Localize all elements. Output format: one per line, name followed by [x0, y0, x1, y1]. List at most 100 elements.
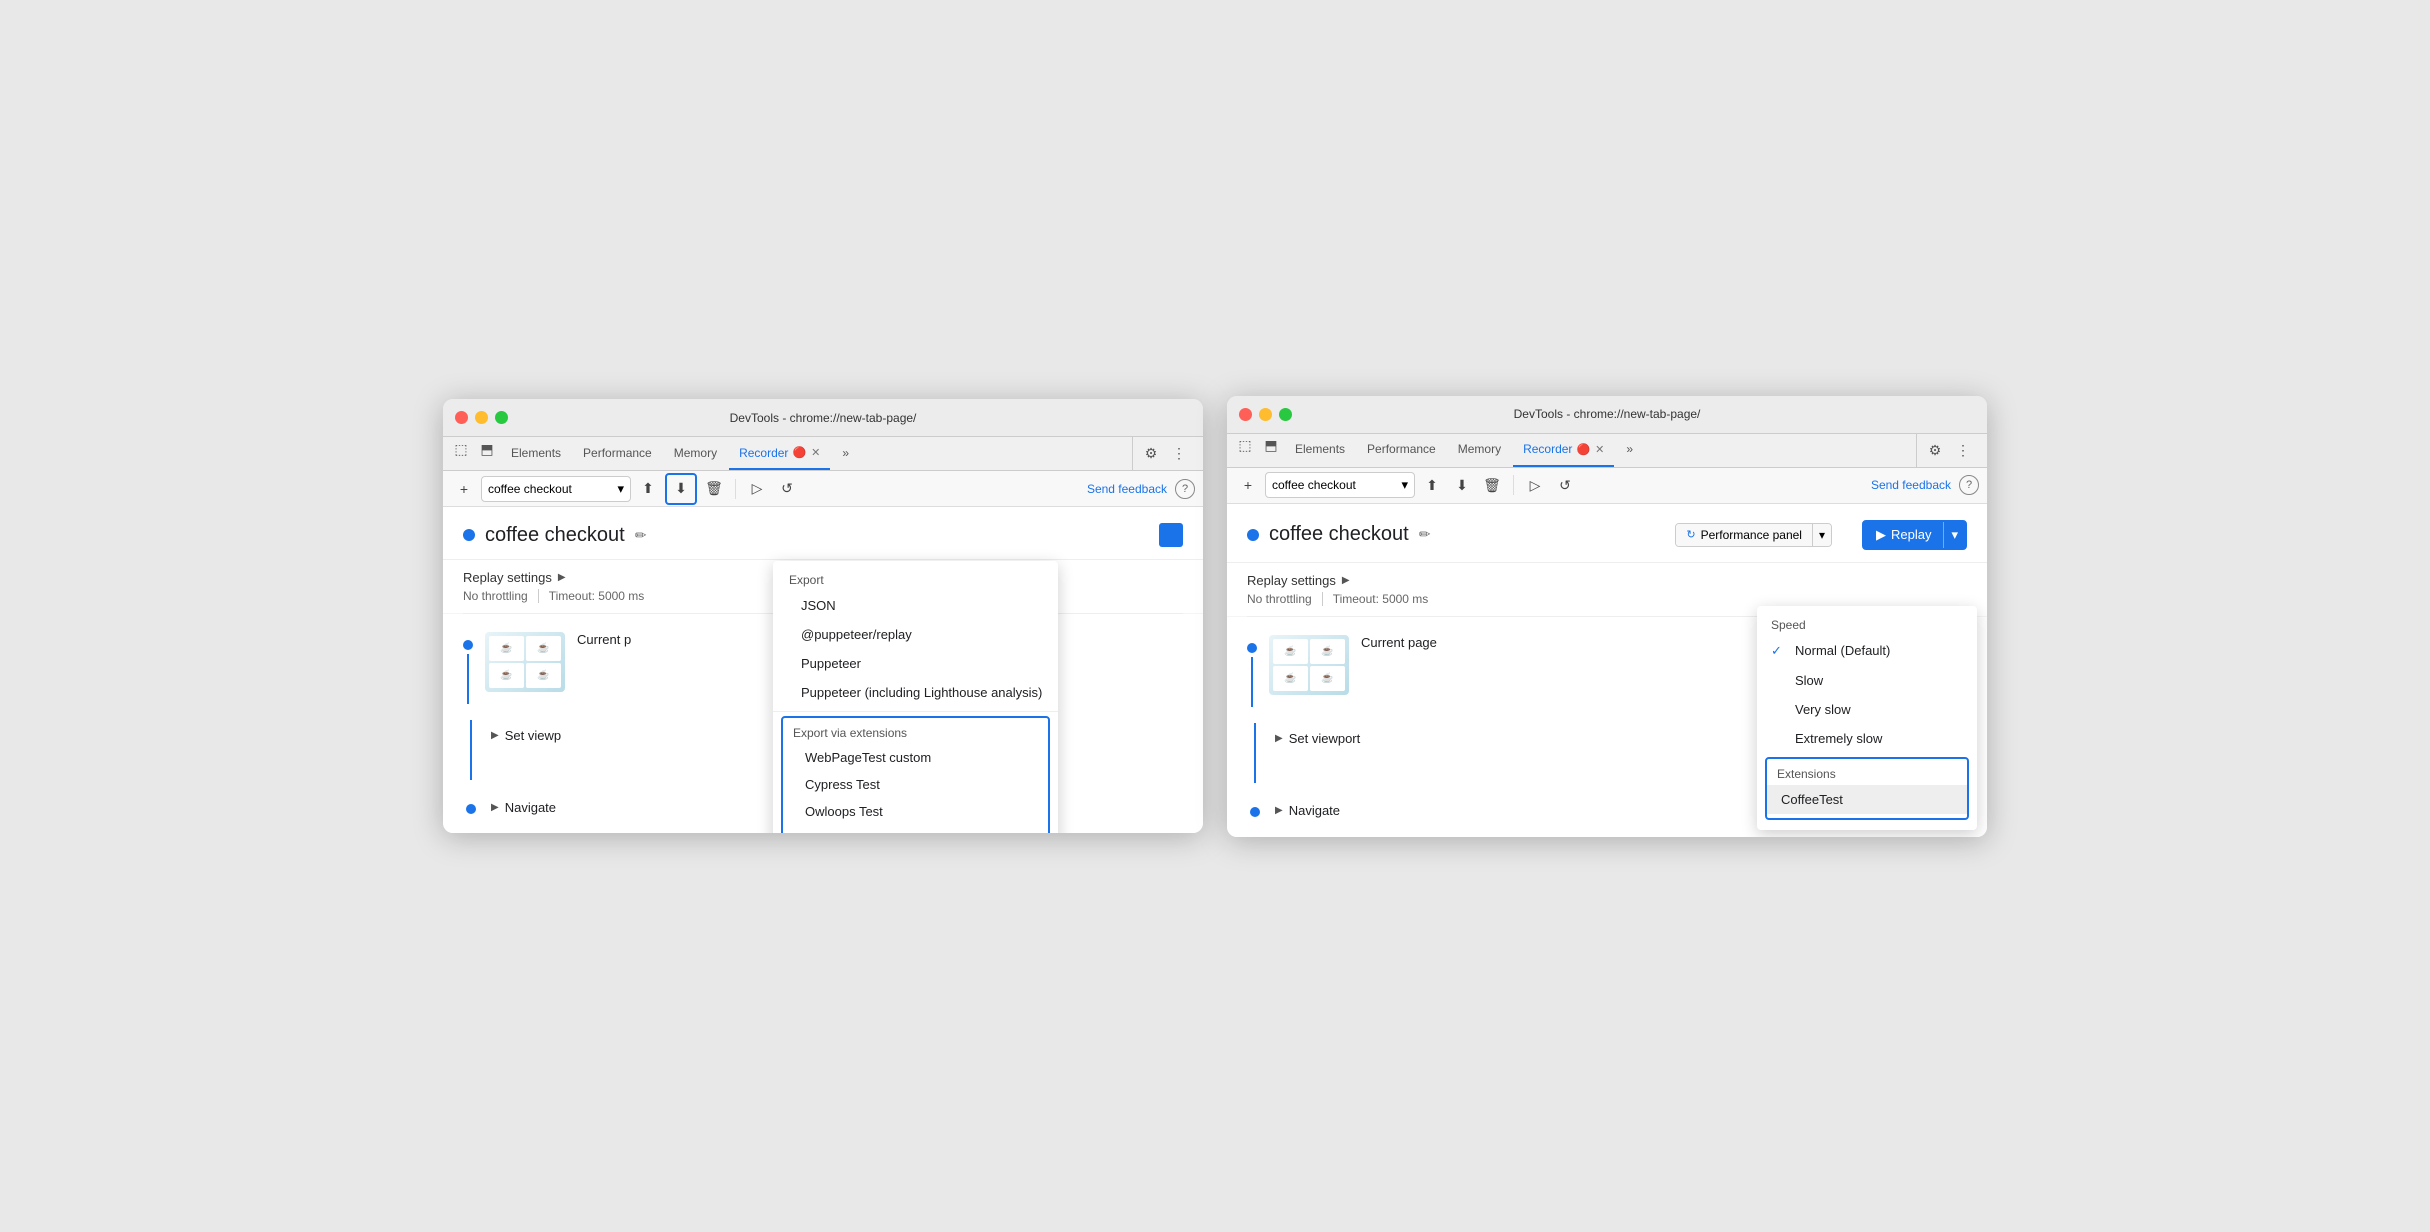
- tab-performance-2[interactable]: Performance: [1357, 434, 1446, 467]
- tab-recorder-1[interactable]: Recorder 🔴 ✕: [729, 437, 830, 470]
- speed-extremely-slow[interactable]: Extremely slow: [1757, 724, 1977, 753]
- tab-more-1[interactable]: »: [832, 437, 859, 470]
- throttling-label-2: No throttling: [1247, 592, 1323, 606]
- navigate-expand-icon[interactable]: ▶: [491, 802, 499, 813]
- timeline-connector-1: [470, 720, 472, 780]
- performance-panel-btn[interactable]: ↻ Performance panel ▾: [1675, 523, 1832, 547]
- maximize-button-2[interactable]: [1279, 408, 1292, 421]
- minimize-button-2[interactable]: [1259, 408, 1272, 421]
- settings-icon-1[interactable]: ⚙: [1139, 442, 1163, 466]
- download-btn-highlighted[interactable]: ⬇: [665, 473, 697, 505]
- toolbar-divider-2: [1513, 475, 1514, 495]
- step-btn[interactable]: ↺: [774, 476, 800, 502]
- replay-button[interactable]: ▶ Replay ▾: [1862, 520, 1967, 550]
- coffee-cup-1: ☕: [489, 636, 524, 661]
- dock-icon-2[interactable]: ⬒: [1259, 434, 1283, 458]
- speed-very-slow[interactable]: Very slow: [1757, 695, 1977, 724]
- export-puppeteer-replay-item[interactable]: @puppeteer/replay: [773, 620, 1058, 649]
- upload-btn[interactable]: ⬆: [635, 476, 661, 502]
- maximize-button-1[interactable]: [495, 411, 508, 424]
- window-title-1: DevTools - chrome://new-tab-page/: [730, 411, 917, 425]
- timeline-dot-2: [466, 804, 476, 814]
- perf-panel-main[interactable]: ↻ Performance panel: [1676, 524, 1812, 546]
- tab-performance-1[interactable]: Performance: [573, 437, 662, 470]
- edit-title-icon-1[interactable]: ✏: [635, 527, 647, 544]
- help-btn-2[interactable]: ?: [1959, 475, 1979, 495]
- download-icon[interactable]: ⬇: [668, 476, 694, 502]
- toolbar-1: + coffee checkout ▾ ⬆ ⬇ 🗑 ▷ ↺ Send feedb…: [443, 471, 1203, 507]
- title-bar-1: DevTools - chrome://new-tab-page/: [443, 399, 1203, 437]
- tab-elements-1[interactable]: Elements: [501, 437, 571, 470]
- devtools-window-1: DevTools - chrome://new-tab-page/ ⬚ ⬒ El…: [443, 399, 1203, 833]
- replay-settings-row-2: Replay settings ▶: [1247, 573, 1967, 588]
- step-btn-2[interactable]: ↺: [1552, 472, 1578, 498]
- settings-expand-icon-2[interactable]: ▶: [1342, 575, 1350, 586]
- edit-title-icon-2[interactable]: ✏: [1419, 526, 1431, 543]
- settings-details-2: No throttling Timeout: 5000 ms: [1247, 592, 1967, 606]
- throttling-label-1: No throttling: [463, 589, 539, 603]
- dock-icon[interactable]: ⬒: [475, 437, 499, 461]
- send-feedback-btn-2[interactable]: Send feedback: [1867, 478, 1955, 492]
- close-button-1[interactable]: [455, 411, 468, 424]
- settings-expand-icon-1[interactable]: ▶: [558, 572, 566, 583]
- settings-icon-2[interactable]: ⚙: [1923, 438, 1947, 462]
- tab-memory-1[interactable]: Memory: [664, 437, 727, 470]
- tab-memory-2[interactable]: Memory: [1448, 434, 1511, 467]
- run-btn[interactable]: ▷: [744, 476, 770, 502]
- ext-coffeetest[interactable]: CoffeeTest: [1767, 785, 1967, 814]
- close-button-2[interactable]: [1239, 408, 1252, 421]
- export-puppeteer-lighthouse-item[interactable]: Puppeteer (including Lighthouse analysis…: [773, 678, 1058, 707]
- selector-chevron-icon-2: ▾: [1401, 477, 1408, 493]
- toolbar-divider-1: [735, 479, 736, 499]
- delete-btn-2[interactable]: 🗑: [1479, 472, 1505, 498]
- speed-slow[interactable]: Slow: [1757, 666, 1977, 695]
- more-icon-1[interactable]: ⋮: [1167, 442, 1191, 466]
- coffee-cup-6: ☕: [1310, 639, 1345, 664]
- timeline-line-2: [1251, 657, 1253, 707]
- replay-settings-label-1[interactable]: Replay settings: [463, 570, 552, 585]
- perf-panel-arrow-icon[interactable]: ▾: [1812, 524, 1831, 546]
- replay-settings-label-2[interactable]: Replay settings: [1247, 573, 1336, 588]
- add-recording-btn-2[interactable]: +: [1235, 472, 1261, 498]
- download-btn-2[interactable]: ⬇: [1449, 472, 1475, 498]
- cursor-icon[interactable]: ⬚: [449, 437, 473, 461]
- upload-btn-2[interactable]: ⬆: [1419, 472, 1445, 498]
- send-feedback-btn-1[interactable]: Send feedback: [1083, 482, 1171, 496]
- ext-cypress[interactable]: Cypress Test: [783, 771, 1048, 798]
- minimize-button-1[interactable]: [475, 411, 488, 424]
- export-puppeteer-item[interactable]: Puppeteer: [773, 649, 1058, 678]
- speed-normal[interactable]: ✓ Normal (Default): [1757, 636, 1977, 666]
- tab-settings-2: ⚙ ⋮: [1916, 434, 1981, 467]
- more-icon-2[interactable]: ⋮: [1951, 438, 1975, 462]
- cursor-icon-2[interactable]: ⬚: [1233, 434, 1257, 458]
- recording-selector-1[interactable]: coffee checkout ▾: [481, 476, 631, 502]
- replay-main-btn[interactable]: ▶ Replay: [1864, 522, 1943, 548]
- add-recording-btn[interactable]: +: [451, 476, 477, 502]
- export-json-item[interactable]: JSON: [773, 591, 1058, 620]
- timeline-dot-4: [1250, 807, 1260, 817]
- window-title-2: DevTools - chrome://new-tab-page/: [1514, 407, 1701, 421]
- export-dropdown: Export JSON @puppeteer/replay Puppeteer …: [773, 561, 1058, 833]
- run-btn-2[interactable]: ▷: [1522, 472, 1548, 498]
- replay-arrow-btn[interactable]: ▾: [1943, 522, 1965, 548]
- tab-recorder-2[interactable]: Recorder 🔴 ✕: [1513, 434, 1614, 467]
- viewport-expand-icon[interactable]: ▶: [491, 730, 499, 741]
- ext-owloops[interactable]: Owloops Test: [783, 798, 1048, 825]
- tab-more-2[interactable]: »: [1616, 434, 1643, 467]
- delete-btn[interactable]: 🗑: [701, 476, 727, 502]
- tab-elements-2[interactable]: Elements: [1285, 434, 1355, 467]
- viewport-expand-icon-2[interactable]: ▶: [1275, 733, 1283, 744]
- recording-status-dot-2: [1247, 529, 1259, 541]
- ext-testing-library[interactable]: Testing Library: [783, 825, 1048, 833]
- tab-close-icon[interactable]: ✕: [811, 446, 820, 459]
- dropdown-divider: [773, 711, 1058, 712]
- timeline-connector-2: [1254, 723, 1256, 783]
- navigate-expand-icon-2[interactable]: ▶: [1275, 805, 1283, 816]
- recording-selector-2[interactable]: coffee checkout ▾: [1265, 472, 1415, 498]
- help-btn-1[interactable]: ?: [1175, 479, 1195, 499]
- coffee-cup-5: ☕: [1273, 639, 1308, 664]
- tab-close-icon-2[interactable]: ✕: [1595, 443, 1604, 456]
- record-icon-btn[interactable]: [1159, 523, 1183, 547]
- ext-webpagetest[interactable]: WebPageTest custom: [783, 744, 1048, 771]
- recording-status-dot-1: [463, 529, 475, 541]
